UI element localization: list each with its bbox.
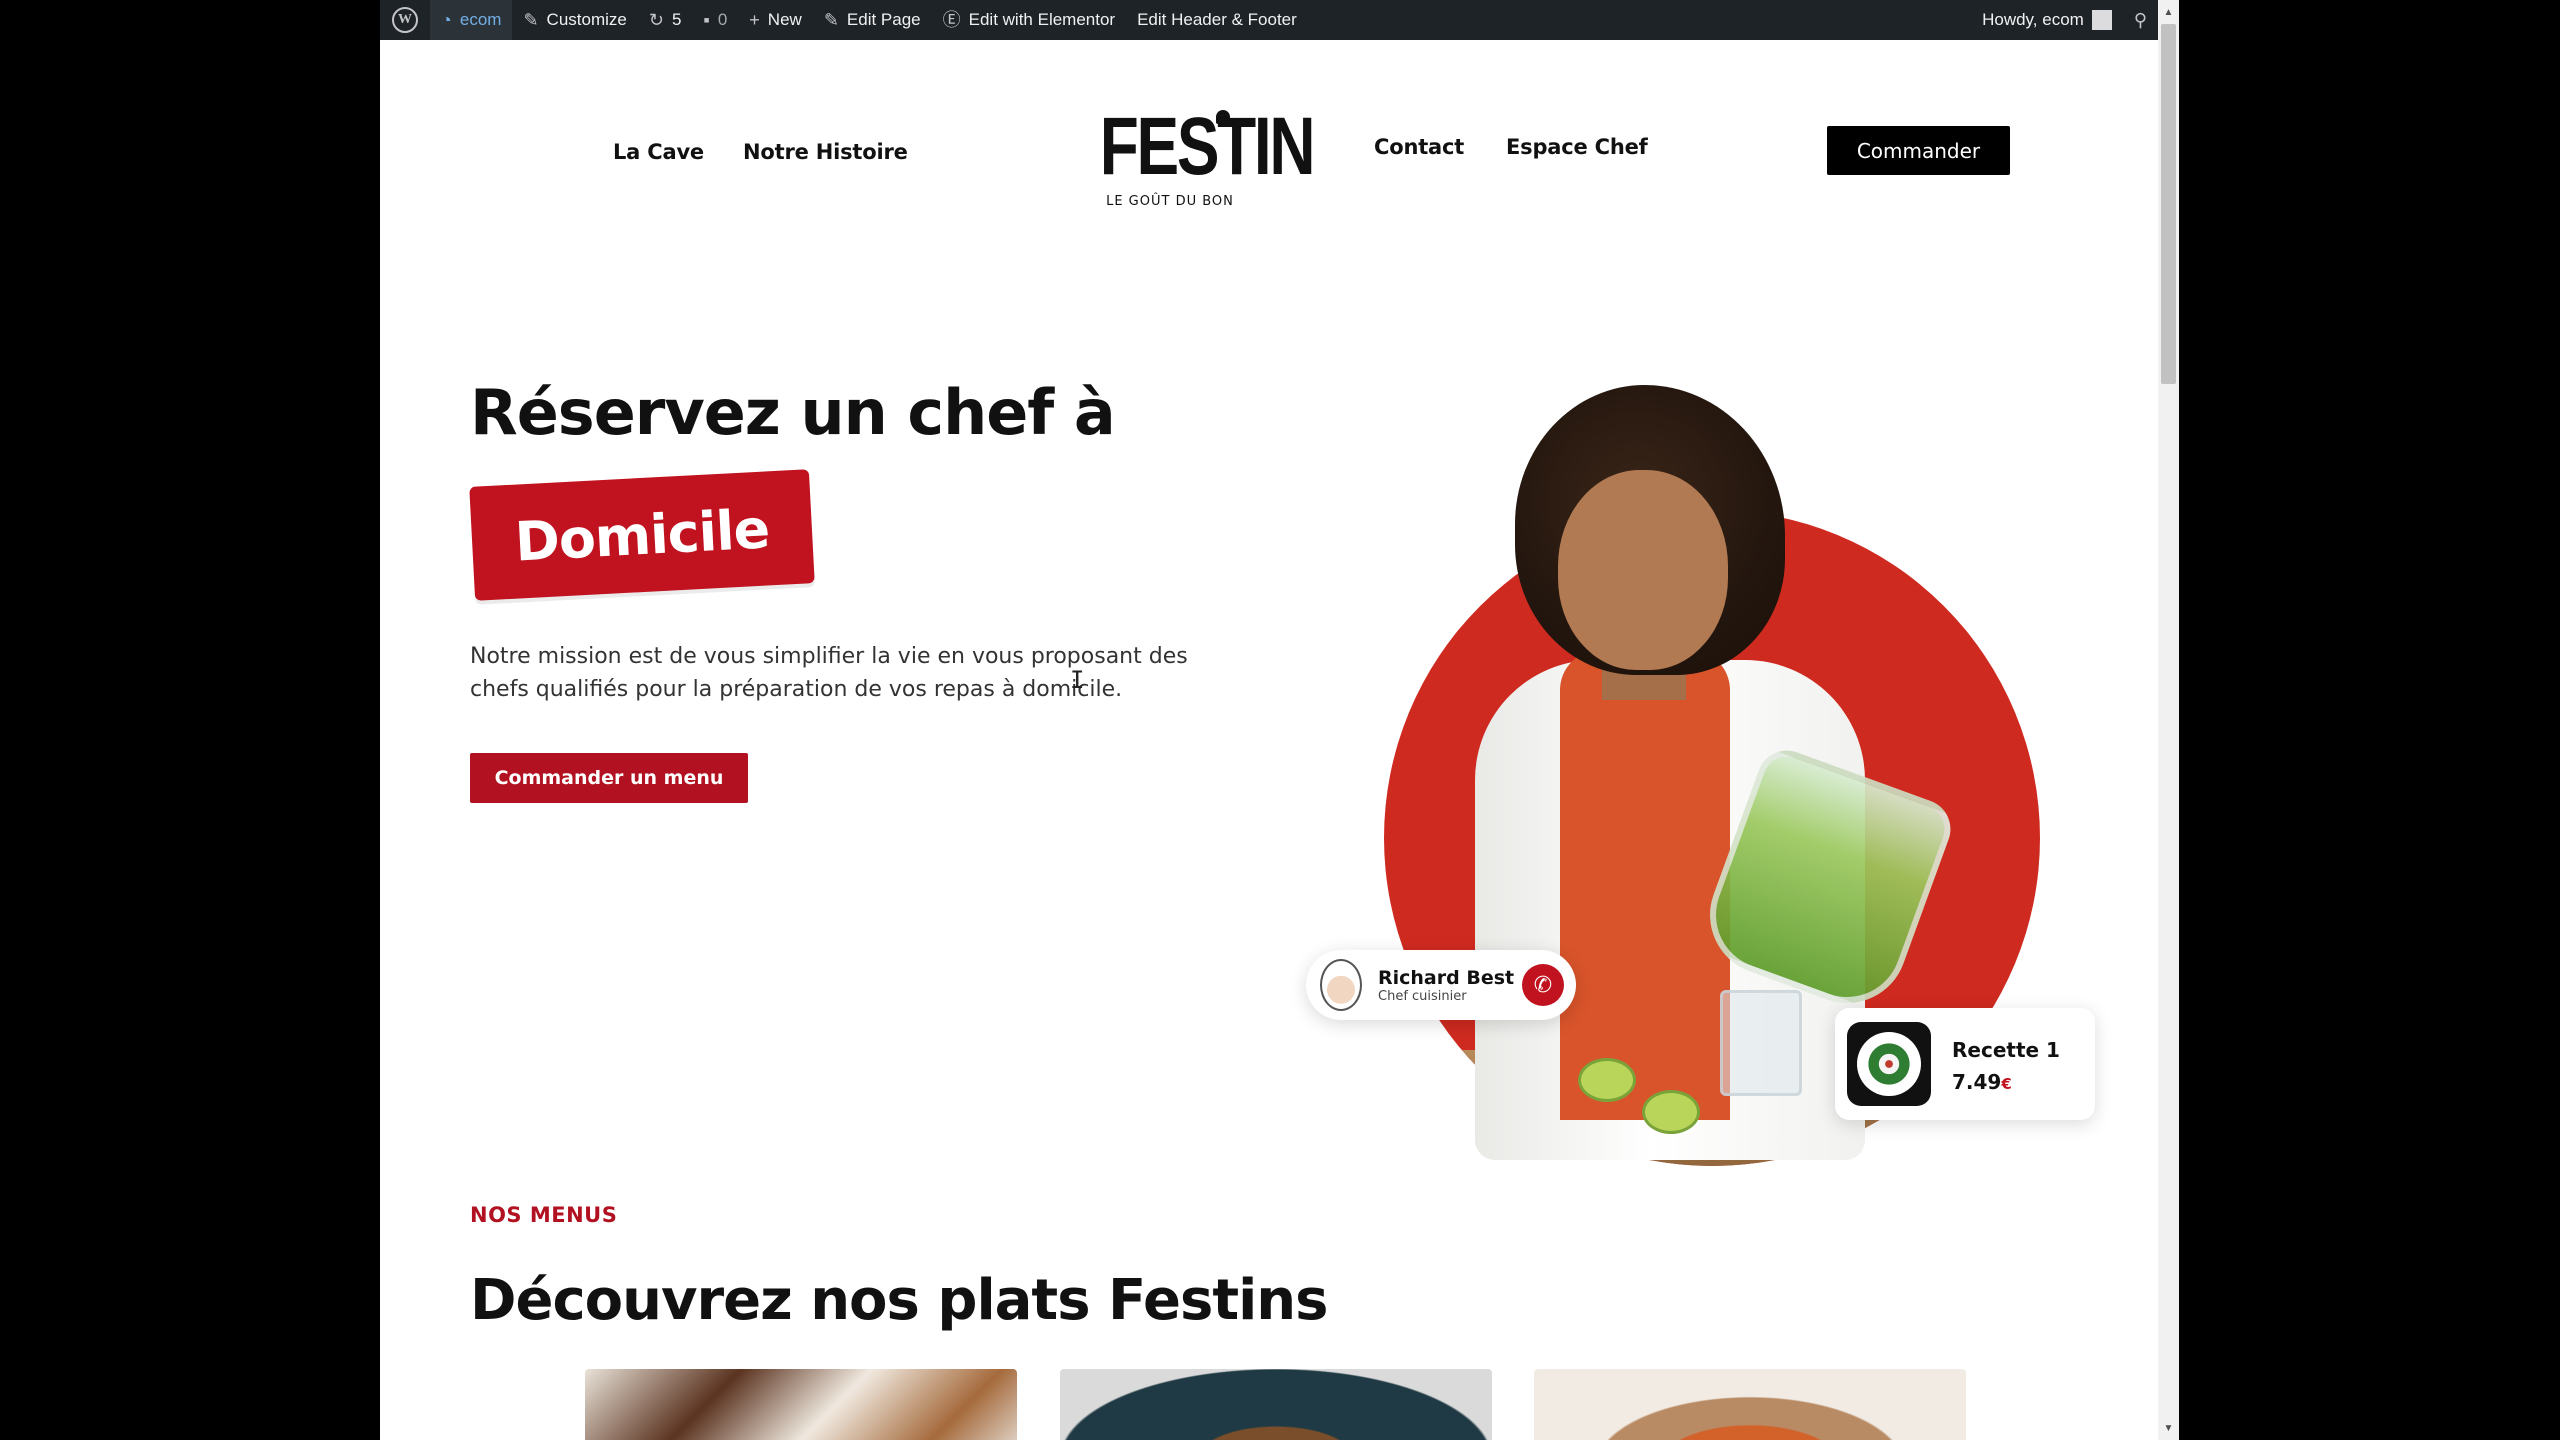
vertical-scrollbar[interactable]: ▲ ▼ — [2158, 0, 2179, 1440]
scroll-down-arrow-icon[interactable]: ▼ — [2158, 1418, 2179, 1438]
hero-person-face — [1558, 470, 1728, 670]
edit-page-label: Edit Page — [846, 10, 921, 29]
commander-button[interactable]: Commander — [1827, 126, 2010, 175]
comment-icon: ▪ — [703, 10, 710, 30]
wp-logo-menu[interactable]: W — [380, 0, 430, 40]
chef-name: Richard Best — [1378, 966, 1515, 989]
elementor-icon: Ⓔ — [942, 10, 961, 30]
menu-card-image[interactable] — [585, 1369, 1017, 1440]
edit-header-footer-link[interactable]: Edit Header & Footer — [1126, 0, 1308, 40]
plus-icon: + — [749, 10, 760, 30]
site-name-label: ecom — [459, 10, 502, 29]
comments-count: 0 — [717, 10, 728, 29]
recipe-price-value: 7.49 — [1952, 1070, 2002, 1094]
new-label: New — [767, 10, 802, 29]
hero-badge: Domicile — [469, 469, 815, 601]
menus-title: Découvrez nos plats Festins — [470, 1268, 1328, 1333]
nav-contact[interactable]: Contact — [1374, 135, 1464, 159]
edit-elementor-label: Edit with Elementor — [968, 10, 1116, 29]
scroll-up-arrow-icon[interactable]: ▲ — [2158, 2, 2179, 22]
chef-role: Chef cuisinier — [1378, 988, 1467, 1004]
my-account-menu[interactable]: Howdy, ecom — [1971, 0, 2123, 40]
edit-elementor-link[interactable]: Ⓔ Edit with Elementor — [932, 0, 1126, 40]
dashboard-icon: ◔ — [441, 10, 452, 30]
hero-title: Réservez un chef à — [470, 376, 1116, 449]
menu-card-image[interactable] — [1060, 1369, 1492, 1440]
recipe-price: 7.49€ — [1952, 1070, 2012, 1094]
hero-badge-label: Domicile — [513, 496, 771, 574]
recipe-card[interactable]: Recette 1 7.49€ — [1835, 1008, 2095, 1120]
recipe-currency: € — [2001, 1075, 2012, 1093]
logo-tagline: LE GOÛT DU BON — [1106, 194, 1234, 209]
site-logo[interactable]: FESTIN LE GOÛT DU BON — [1080, 101, 1316, 210]
edit-header-footer-label: Edit Header & Footer — [1137, 10, 1297, 29]
lime-slice — [1642, 1090, 1700, 1134]
comments-link[interactable]: ▪ 0 — [692, 0, 738, 40]
phone-icon[interactable]: ✆ — [1522, 964, 1564, 1006]
chef-info: Richard Best Chef cuisinier — [1378, 967, 1514, 1004]
avatar — [2091, 10, 2112, 30]
menu-card-image[interactable] — [1534, 1369, 1966, 1440]
menus-eyebrow: NOS MENUS — [470, 1203, 618, 1227]
page: W ◔ ecom ✎ Customize ↻ 5 ▪ 0 + New ✎ Edi… — [380, 0, 2158, 1440]
drinking-glass — [1720, 990, 1802, 1096]
nav-notre-histoire[interactable]: Notre Histoire — [743, 140, 908, 164]
nav-la-cave[interactable]: La Cave — [613, 140, 704, 164]
lime-slice — [1578, 1058, 1636, 1102]
commander-menu-button[interactable]: Commander un menu — [470, 753, 748, 803]
salad-plate-image — [1857, 1032, 1921, 1096]
chef-avatar — [1320, 959, 1362, 1011]
wordpress-logo-icon: W — [392, 7, 418, 33]
hero-description: Notre mission est de vous simplifier la … — [470, 644, 1188, 702]
new-content-menu[interactable]: + New — [738, 0, 813, 40]
updates-link[interactable]: ↻ 5 — [638, 0, 693, 40]
logo-brand: FESTIN — [1099, 101, 1316, 192]
text-cursor-icon: I — [1070, 666, 1085, 694]
search-icon: ⚲ — [2133, 10, 2147, 30]
brush-icon: ✎ — [523, 10, 539, 30]
adminbar-right: Howdy, ecom ⚲ — [1971, 0, 2158, 40]
wp-admin-bar: W ◔ ecom ✎ Customize ↻ 5 ▪ 0 + New ✎ Edi… — [380, 0, 2158, 40]
howdy-label: Howdy, ecom — [1982, 10, 2084, 29]
site-name-menu[interactable]: ◔ ecom — [430, 0, 513, 40]
customize-label: Customize — [546, 10, 627, 29]
pencil-icon: ✎ — [823, 10, 839, 30]
hero-person-tshirt — [1560, 650, 1730, 1120]
edit-page-link[interactable]: ✎ Edit Page — [813, 0, 932, 40]
recipe-title: Recette 1 — [1952, 1038, 2060, 1062]
scrollbar-thumb[interactable] — [2161, 24, 2176, 384]
customize-link[interactable]: ✎ Customize — [512, 0, 637, 40]
chef-card[interactable]: Richard Best Chef cuisinier ✆ — [1306, 950, 1576, 1020]
refresh-icon: ↻ — [648, 10, 664, 30]
updates-count: 5 — [671, 10, 682, 29]
recipe-thumbnail — [1847, 1022, 1931, 1106]
nav-espace-chef[interactable]: Espace Chef — [1506, 135, 1648, 159]
admin-search-button[interactable]: ⚲ — [2123, 0, 2158, 40]
